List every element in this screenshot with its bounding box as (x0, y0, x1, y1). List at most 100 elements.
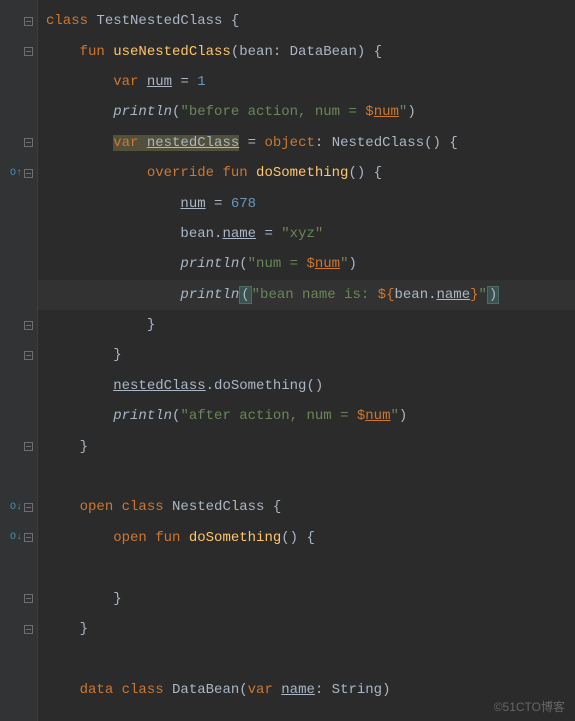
token: (bean: DataBean) { (231, 44, 382, 60)
token: class (46, 13, 96, 29)
token: nestedClass (147, 135, 239, 151)
token: name (281, 682, 315, 698)
fold-icon[interactable] (24, 138, 33, 147)
gutter-row (0, 188, 37, 218)
token: ) (399, 408, 407, 424)
token: 1 (197, 74, 205, 90)
code-editor[interactable]: O↑ O↓ O↓ class TestNestedClass { fun useNe… (0, 0, 575, 721)
gutter-row (0, 614, 37, 644)
token: } (113, 347, 121, 363)
token: override fun (147, 165, 256, 181)
override-icon[interactable]: O↑ (10, 168, 22, 179)
code-line[interactable]: num = 678 (38, 188, 575, 218)
fold-icon[interactable] (24, 594, 33, 603)
code-line[interactable]: } (38, 340, 575, 370)
code-line[interactable]: nestedClass.doSomething() (38, 371, 575, 401)
token: object (264, 135, 314, 151)
token: .doSomething() (206, 378, 324, 394)
token: num (180, 196, 205, 212)
gutter-row (0, 644, 37, 674)
token: name (437, 287, 471, 303)
token: num (365, 408, 390, 424)
token: = (206, 196, 231, 212)
token: } (80, 439, 88, 455)
fold-icon[interactable] (24, 533, 33, 542)
code-line[interactable]: override fun doSomething() { (38, 158, 575, 188)
token: ( (239, 256, 247, 272)
token: : NestedClass() { (315, 135, 458, 151)
gutter-row: O↓ (0, 492, 37, 522)
token: "before action, num = (180, 104, 365, 120)
override-icon[interactable]: O↓ (10, 502, 22, 513)
token: open class (80, 499, 172, 515)
gutter-row (0, 36, 37, 66)
code-line[interactable] (38, 462, 575, 492)
gutter-row: O↑ (0, 158, 37, 188)
token: "xyz" (281, 226, 323, 242)
code-line[interactable]: open class NestedClass { (38, 492, 575, 522)
fold-icon[interactable] (24, 625, 33, 634)
token: bean. (180, 226, 222, 242)
token: $ (365, 104, 373, 120)
fold-icon[interactable] (24, 442, 33, 451)
override-icon[interactable]: O↓ (10, 532, 22, 543)
code-line[interactable]: } (38, 310, 575, 340)
token: num (147, 74, 172, 90)
token: var (113, 135, 147, 151)
gutter-row (0, 340, 37, 370)
token: println (180, 256, 239, 272)
gutter-row (0, 280, 37, 310)
fold-icon[interactable] (24, 169, 33, 178)
code-line[interactable]: println("after action, num = $num") (38, 401, 575, 431)
fold-icon[interactable] (24, 47, 33, 56)
token: "bean name is: (252, 287, 378, 303)
token: useNestedClass (113, 44, 231, 60)
gutter-row (0, 583, 37, 613)
code-line[interactable]: var num = 1 (38, 67, 575, 97)
code-line[interactable]: class TestNestedClass { (38, 6, 575, 36)
token: var (248, 682, 282, 698)
token: println (113, 408, 172, 424)
code-line[interactable]: fun useNestedClass(bean: DataBean) { (38, 36, 575, 66)
token: " (391, 408, 399, 424)
fold-icon[interactable] (24, 321, 33, 330)
token: ) (487, 286, 499, 304)
code-line[interactable]: println("before action, num = $num") (38, 97, 575, 127)
code-line[interactable]: open fun doSomething() { (38, 523, 575, 553)
code-line[interactable]: var nestedClass = object: NestedClass() … (38, 128, 575, 158)
code-line[interactable]: bean.name = "xyz" (38, 219, 575, 249)
token: ${ (378, 287, 395, 303)
code-line[interactable]: } (38, 431, 575, 461)
gutter-row (0, 67, 37, 97)
token: ) (348, 256, 356, 272)
token: doSomething (189, 530, 281, 546)
fold-icon[interactable] (24, 17, 33, 26)
token: data class (80, 682, 172, 698)
gutter-row (0, 97, 37, 127)
code-line[interactable]: } (38, 614, 575, 644)
code-line[interactable] (38, 644, 575, 674)
gutter-row: O↓ (0, 523, 37, 553)
gutter-row (0, 675, 37, 705)
code-line[interactable] (38, 553, 575, 583)
token: $ (306, 256, 314, 272)
gutter-row (0, 371, 37, 401)
token: TestNestedClass { (96, 13, 239, 29)
code-area[interactable]: class TestNestedClass { fun useNestedCla… (38, 0, 575, 721)
token: = (239, 135, 264, 151)
code-line[interactable]: println("num = $num") (38, 249, 575, 279)
token: println (113, 104, 172, 120)
token: } (147, 317, 155, 333)
fold-icon[interactable] (24, 351, 33, 360)
code-line[interactable]: } (38, 583, 575, 613)
fold-icon[interactable] (24, 503, 33, 512)
token: bean. (394, 287, 436, 303)
token: nestedClass (113, 378, 205, 394)
gutter-row (0, 6, 37, 36)
code-line[interactable]: println("bean name is: ${bean.name}") (38, 280, 575, 310)
token: " (479, 287, 487, 303)
token: println (180, 287, 239, 303)
gutter-row (0, 219, 37, 249)
token: ( (172, 408, 180, 424)
token: NestedClass { (172, 499, 281, 515)
